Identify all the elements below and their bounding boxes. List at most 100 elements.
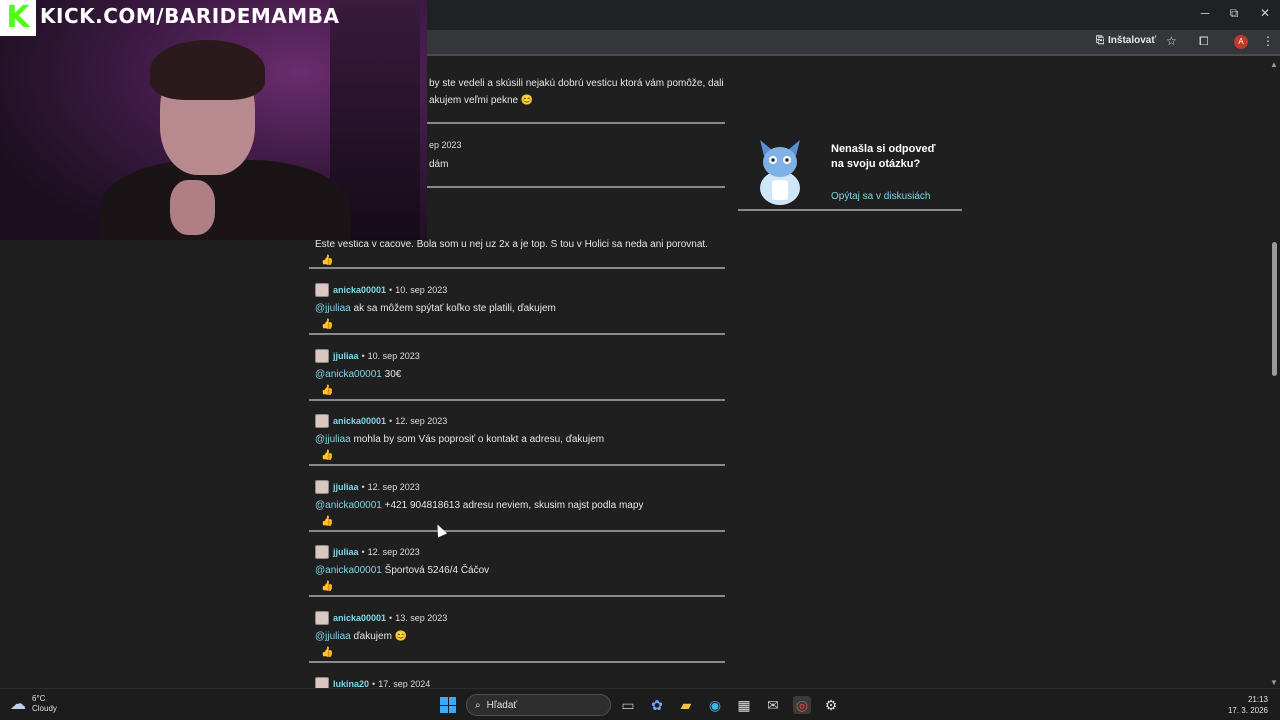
comment-text: @jjuliaa ďakujem 😊: [315, 631, 408, 642]
comment-text: @anicka00001 +421 904818613 adresu nevie…: [315, 500, 644, 511]
like-icon[interactable]: 👍: [321, 581, 725, 593]
comment-author[interactable]: lukina20: [333, 679, 369, 688]
scroll-down-arrow-icon[interactable]: ▼: [1270, 678, 1278, 687]
like-icon[interactable]: 👍: [321, 385, 725, 397]
partial-comment-text: by ste vedeli a skúsili nejakú dobrú ves…: [429, 78, 729, 106]
comment-text: Este vestica v cacove. Bola som u nej uz…: [315, 239, 708, 250]
comment-date: 17. sep 2024: [378, 679, 431, 688]
bookmark-star-icon[interactable]: ☆: [1166, 34, 1177, 48]
comment-separator: [309, 333, 725, 335]
comment-date: 12. sep 2023: [367, 547, 420, 557]
avatar[interactable]: [315, 480, 329, 494]
streamer-webcam-overlay: K KICK.COM/BARIDEMAMBA: [0, 0, 427, 240]
comment-date: 13. sep 2023: [395, 613, 448, 623]
comment-meta: jjuliaa • 12. sep 2023: [309, 545, 725, 559]
comment-author[interactable]: anicka00001: [333, 285, 386, 295]
task-view-icon[interactable]: ▭: [619, 696, 637, 714]
comment-item: Este vestica v cacove. Bola som u nej uz…: [309, 239, 725, 267]
comment-item: lukina20 • 17. sep 2024: [309, 677, 725, 688]
close-button[interactable]: ✕: [1250, 6, 1280, 20]
avatar[interactable]: [315, 611, 329, 625]
clock-time: 21:13: [1247, 695, 1268, 704]
comment-date: 12. sep 2023: [367, 482, 420, 492]
settings-icon[interactable]: ⚙: [822, 696, 840, 714]
screen: ─ ⧉ ✕ ⎘ Inštalovať ☆ ⧠ A ⋮ by ste vedeli…: [0, 0, 1280, 720]
comment-item: anicka00001 • 10. sep 2023 @jjuliaa ak sa …: [309, 283, 725, 331]
comment-author[interactable]: jjuliaa: [333, 351, 359, 361]
scroll-up-arrow-icon[interactable]: ▲: [1270, 60, 1278, 69]
ask-question-card: Nenašla si odpoveď na svoju otázku? Opýt…: [738, 133, 962, 211]
edge-icon[interactable]: ◉: [706, 696, 724, 714]
comment-item: anicka00001 • 12. sep 2023 @jjuliaa mohla …: [309, 414, 725, 462]
streamer-hair: [150, 40, 265, 100]
comment-separator: [309, 399, 725, 401]
taskbar-search[interactable]: ⌕ Hľadať: [466, 694, 611, 716]
like-icon[interactable]: 👍: [321, 647, 725, 659]
copilot-icon[interactable]: ✿: [648, 696, 666, 714]
comment-item: jjuliaa • 10. sep 2023 @anicka00001 30€ 👍: [309, 349, 725, 397]
like-icon[interactable]: 👍: [321, 319, 725, 331]
like-icon[interactable]: 👍: [321, 255, 725, 267]
comment-text: @anicka00001 Športová 5246/4 Čáčov: [315, 565, 490, 576]
partial-line-1: by ste vedeli a skúsili nejakú dobrú ves…: [429, 78, 724, 89]
comment-separator: [309, 464, 725, 466]
like-icon[interactable]: 👍: [321, 450, 725, 462]
mention-link[interactable]: @jjuliaa: [315, 631, 351, 642]
comment-text: @anicka00001 30€: [315, 369, 402, 380]
kick-logo-icon: K: [0, 0, 36, 36]
weather-temperature: 6°C: [32, 694, 46, 703]
store-icon[interactable]: ▦: [735, 696, 753, 714]
profile-avatar[interactable]: A: [1234, 35, 1248, 49]
avatar[interactable]: [315, 677, 329, 688]
cloud-icon: ☁: [10, 696, 26, 713]
partial-text: dám: [429, 159, 449, 170]
comment-text: @jjuliaa ak sa môžem spýtať koľko ste pl…: [315, 303, 556, 314]
minimize-button[interactable]: ─: [1190, 6, 1220, 20]
comment-item: jjuliaa • 12. sep 2023 @anicka00001 Športo…: [309, 545, 725, 593]
page-scrollbar[interactable]: ▲ ▼: [1268, 58, 1280, 688]
mention-link[interactable]: @anicka00001: [315, 500, 382, 511]
comment-author[interactable]: anicka00001: [333, 416, 386, 426]
comment-meta: jjuliaa • 10. sep 2023: [309, 349, 725, 363]
comment-separator: [309, 267, 725, 269]
like-icon[interactable]: 👍: [321, 516, 725, 528]
comment-item: jjuliaa • 12. sep 2023 @anicka00001 +421 9…: [309, 480, 725, 528]
comment-date: 12. sep 2023: [395, 416, 448, 426]
scroll-thumb[interactable]: [1272, 242, 1277, 376]
weather-widget[interactable]: ☁ 6°C Cloudy: [10, 694, 57, 714]
start-button[interactable]: [440, 697, 456, 713]
comment-separator: [309, 530, 725, 532]
search-icon: ⌕: [475, 699, 481, 711]
comment-meta: lukina20 • 17. sep 2024: [309, 677, 725, 688]
comment-text: @jjuliaa mohla by som Vás poprosiť o kon…: [315, 434, 605, 445]
system-clock[interactable]: 21:13 17. 3. 2026: [1222, 694, 1268, 716]
comment-meta: anicka00001 • 13. sep 2023: [309, 611, 725, 625]
mention-link[interactable]: @jjuliaa: [315, 303, 351, 314]
comment-author[interactable]: anicka00001: [333, 613, 386, 623]
avatar[interactable]: [315, 545, 329, 559]
outlook-icon[interactable]: ✉: [764, 696, 782, 714]
avatar[interactable]: [315, 283, 329, 297]
install-label: Inštalovať: [1108, 35, 1157, 46]
ask-card-title: Nenašla si odpoveď na svoju otázku?: [831, 143, 936, 170]
streamer-hand: [170, 180, 215, 235]
restore-button[interactable]: ⧉: [1219, 6, 1249, 21]
weather-condition: Cloudy: [32, 704, 57, 713]
browser-menu-icon[interactable]: ⋮: [1262, 34, 1274, 48]
extensions-icon[interactable]: ⧠: [1199, 34, 1209, 49]
file-explorer-icon[interactable]: ▰: [677, 696, 695, 714]
install-app-button[interactable]: ⎘ Inštalovať: [1096, 35, 1156, 46]
mention-link[interactable]: @anicka00001: [315, 565, 382, 576]
chrome-icon[interactable]: ◎: [793, 696, 811, 714]
avatar[interactable]: [315, 349, 329, 363]
install-icon: ⎘: [1096, 35, 1104, 46]
comment-item: anicka00001 • 13. sep 2023 @jjuliaa ďakuje…: [309, 611, 725, 659]
comment-author[interactable]: jjuliaa: [333, 482, 359, 492]
windows-taskbar: ☁ 6°C Cloudy ⌕ Hľadať ▭ ✿ ▰ ◉ ▦ ✉ ◎ ⚙ 21…: [0, 688, 1280, 720]
avatar[interactable]: [315, 414, 329, 428]
mention-link[interactable]: @anicka00001: [315, 369, 382, 380]
ask-in-discussions-link[interactable]: Opýtaj sa v diskusiách: [831, 191, 931, 202]
mention-link[interactable]: @jjuliaa: [315, 434, 351, 445]
comment-author[interactable]: jjuliaa: [333, 547, 359, 557]
partial-date: ep 2023: [429, 140, 462, 150]
